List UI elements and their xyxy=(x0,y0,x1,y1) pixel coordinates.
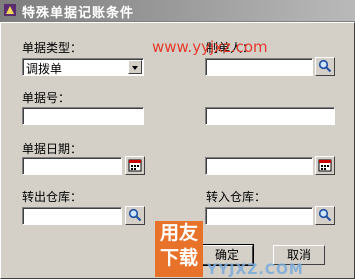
out-warehouse-label: 转出仓库： xyxy=(22,190,83,204)
watermark-url: www.yyjxz.com xyxy=(152,38,268,56)
maker-search-button[interactable] xyxy=(315,57,335,76)
doc-type-select[interactable]: 调拨单 xyxy=(22,58,144,76)
in-warehouse-label: 转入仓库： xyxy=(206,190,267,204)
calendar-icon xyxy=(128,159,142,172)
app-icon xyxy=(3,3,17,17)
out-warehouse-input[interactable] xyxy=(22,207,122,225)
date-to-picker-button[interactable] xyxy=(315,156,335,175)
doc-no-from-input[interactable] xyxy=(22,107,144,125)
doc-type-label: 单据类型： xyxy=(22,41,83,55)
title-bar[interactable]: 特殊单据记账条件 xyxy=(0,0,355,22)
out-warehouse-search-button[interactable] xyxy=(125,206,145,225)
watermark-logo: 用友 下载 xyxy=(155,221,203,277)
calendar-icon xyxy=(318,159,332,172)
chevron-down-icon[interactable] xyxy=(128,60,142,74)
in-warehouse-input[interactable] xyxy=(205,207,313,225)
window-title: 特殊单据记账条件 xyxy=(22,6,135,21)
doc-no-to-input[interactable] xyxy=(205,107,335,125)
in-warehouse-search-button[interactable] xyxy=(315,206,335,225)
doc-type-value: 调拨单 xyxy=(26,62,63,76)
doc-date-from-input[interactable] xyxy=(22,157,122,175)
doc-date-to-input[interactable] xyxy=(205,157,313,175)
search-icon xyxy=(318,208,332,222)
doc-no-label: 单据号： xyxy=(22,91,71,105)
logo-top: 用友 xyxy=(159,222,198,244)
watermark-site: YYJXZ.COM xyxy=(207,262,304,278)
logo-bottom: 下载 xyxy=(159,247,198,269)
search-icon xyxy=(128,208,142,222)
maker-input[interactable] xyxy=(205,58,313,76)
date-from-picker-button[interactable] xyxy=(125,156,145,175)
doc-date-label: 单据日期： xyxy=(22,142,83,156)
search-icon xyxy=(318,59,332,73)
